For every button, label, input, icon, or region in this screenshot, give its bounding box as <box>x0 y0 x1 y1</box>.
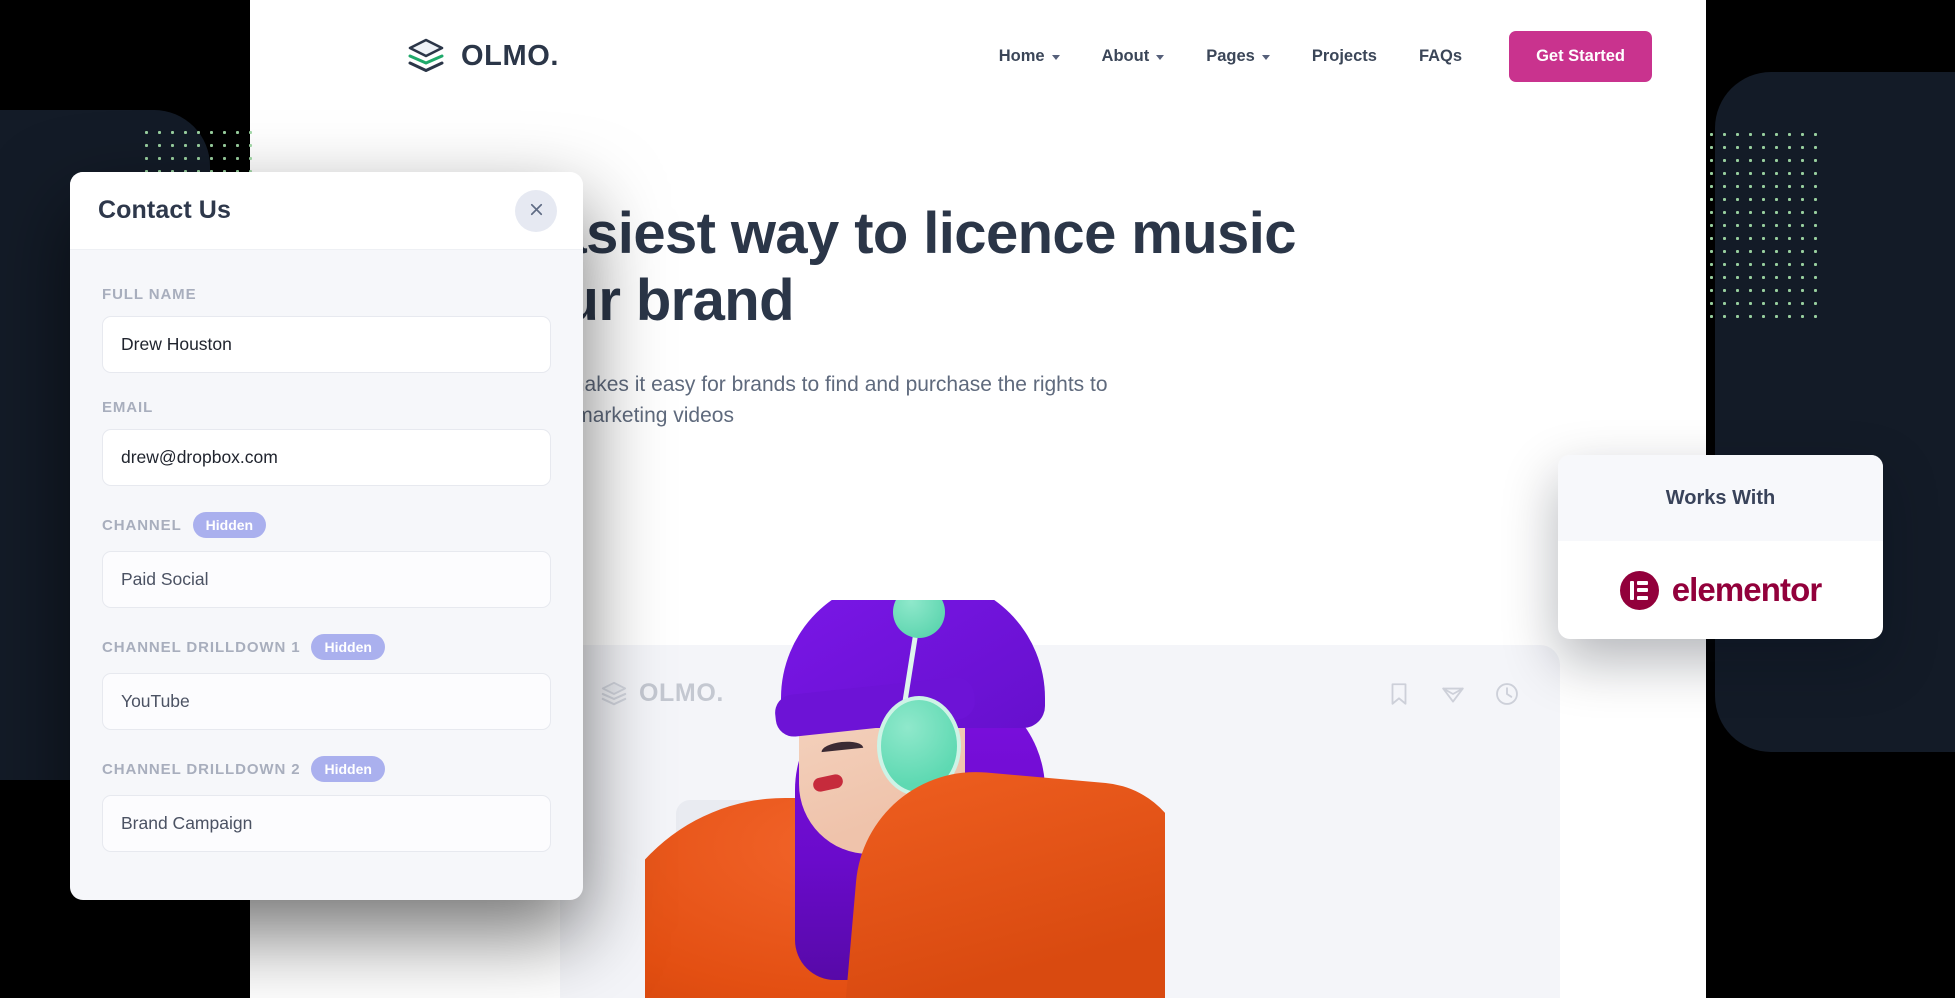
nav-item-home-label: Home <box>998 46 1045 65</box>
nav-item-pages-label: Pages <box>1206 46 1255 65</box>
clock-icon[interactable] <box>1494 681 1520 707</box>
modal-body: FULL NAME EMAIL CHANNEL Hidden CHA <box>70 250 583 852</box>
close-icon <box>527 200 546 222</box>
send-icon[interactable] <box>1440 681 1466 707</box>
hero-model-photo <box>645 600 1165 998</box>
showcase-toolbar <box>1386 681 1520 707</box>
modal-title: Contact Us <box>98 196 231 224</box>
field-full-name-label: FULL NAME <box>102 286 197 303</box>
stacked-layers-icon <box>406 36 446 76</box>
works-with-title: Works With <box>1558 455 1883 541</box>
dot-pattern-right <box>1705 128 1817 318</box>
screenshot-stage: OLMO. Home About Pages Projects FAQs Get… <box>0 0 1955 998</box>
field-channel-drilldown-2: CHANNEL DRILLDOWN 2 Hidden <box>102 756 551 852</box>
chevron-down-icon <box>1156 55 1165 60</box>
works-with-card: Works With elementor <box>1558 455 1883 639</box>
nav-item-pages[interactable]: Pages <box>1185 37 1291 76</box>
field-full-name: FULL NAME <box>102 286 551 373</box>
brand-logo[interactable]: OLMO. <box>406 36 559 76</box>
nav-item-faqs[interactable]: FAQs <box>1398 37 1483 76</box>
chevron-down-icon <box>1051 55 1060 60</box>
field-channel-drilldown-2-label: CHANNEL DRILLDOWN 2 <box>102 760 301 778</box>
nav-item-about-label: About <box>1101 46 1150 65</box>
nav-item-faqs-label: FAQs <box>1418 46 1463 65</box>
works-with-partner: elementor <box>1558 541 1883 639</box>
field-email-label: EMAIL <box>102 399 154 416</box>
nav-links: Home About Pages Projects FAQs Get Start… <box>978 30 1652 82</box>
nav-item-about[interactable]: About <box>1081 37 1186 76</box>
brand-name: OLMO. <box>461 39 560 72</box>
hidden-badge: Hidden <box>311 756 385 782</box>
chevron-down-icon <box>1261 55 1270 60</box>
site-navbar: OLMO. Home About Pages Projects FAQs Get… <box>250 0 1706 112</box>
field-channel-label: CHANNEL <box>102 516 182 534</box>
channel-drilldown-1-input[interactable] <box>102 673 551 730</box>
email-input[interactable] <box>102 429 551 486</box>
modal-header: Contact Us <box>70 172 583 250</box>
field-channel-drilldown-1: CHANNEL DRILLDOWN 1 Hidden <box>102 634 551 730</box>
field-email: EMAIL <box>102 399 551 486</box>
hidden-badge: Hidden <box>311 634 385 660</box>
elementor-wordmark: elementor <box>1671 571 1823 608</box>
nav-item-projects-label: Projects <box>1311 46 1377 65</box>
channel-drilldown-2-input[interactable] <box>102 795 551 852</box>
stacked-layers-icon <box>600 680 628 708</box>
nav-item-projects[interactable]: Projects <box>1291 37 1398 76</box>
get-started-button[interactable]: Get Started <box>1509 30 1652 82</box>
close-button[interactable] <box>515 189 557 232</box>
bookmark-icon[interactable] <box>1386 681 1412 707</box>
field-channel: CHANNEL Hidden <box>102 512 551 608</box>
channel-input[interactable] <box>102 551 551 608</box>
nav-item-home[interactable]: Home <box>978 37 1081 76</box>
hidden-badge: Hidden <box>192 512 267 538</box>
full-name-input[interactable] <box>102 316 551 373</box>
elementor-logo-icon <box>1619 570 1659 610</box>
contact-us-modal: Contact Us FULL NAME EMAIL <box>70 172 583 900</box>
field-channel-drilldown-1-label: CHANNEL DRILLDOWN 1 <box>102 638 301 656</box>
